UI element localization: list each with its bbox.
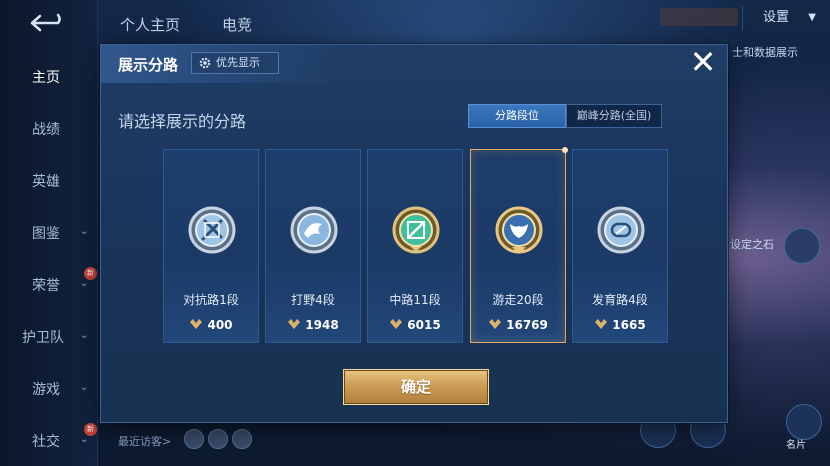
card-button[interactable] xyxy=(786,404,822,440)
new-badge: 新 xyxy=(84,423,97,436)
avatar[interactable] xyxy=(184,429,204,449)
dialog-title: 展示分路 xyxy=(118,56,179,74)
prefer-display-button[interactable]: 优先显示 xyxy=(191,52,279,74)
lane-score: 400 xyxy=(164,318,258,340)
lane-card-farm[interactable]: 发育路4段 1665 xyxy=(572,149,668,343)
lane-card-jungle[interactable]: 打野4段 1948 xyxy=(265,149,361,343)
points-icon xyxy=(288,319,301,329)
dragon-emblem-icon xyxy=(288,204,340,260)
lane-score: 1665 xyxy=(573,318,667,340)
lane-score-value: 400 xyxy=(207,318,233,332)
sidebar-item-codex[interactable]: 图鉴 ⌄ xyxy=(0,213,98,253)
settings-button[interactable]: 设置 ▼ xyxy=(742,6,830,30)
recent-visitors-link[interactable]: 最近访客> xyxy=(118,433,171,449)
card-button-label: 名片 xyxy=(786,440,806,451)
sidebar-item-home[interactable]: 主页 xyxy=(0,57,98,97)
sidebar-item-honor[interactable]: 荣誉 ⌄ 新 xyxy=(0,265,98,305)
chevron-down-icon: ⌄ xyxy=(80,382,89,393)
lane-card-mid[interactable]: 中路11段 6015 xyxy=(367,149,463,343)
sword-shield-emblem-icon xyxy=(186,204,238,260)
dialog-subtitle: 请选择展示的分路 xyxy=(118,112,247,131)
lane-score-value: 1948 xyxy=(305,318,339,332)
lane-name: 对抗路1段 xyxy=(183,293,239,307)
tab-personal-home[interactable]: 个人主页 xyxy=(120,14,180,35)
lane-score: 1948 xyxy=(266,318,360,340)
wings-emblem-icon xyxy=(493,204,545,260)
avatar[interactable] xyxy=(232,429,252,449)
tab-esports[interactable]: 电竞 xyxy=(222,14,252,35)
chevron-down-icon: ⌄ xyxy=(80,278,89,289)
tab-lane-rank[interactable]: 分路段位 xyxy=(468,104,566,128)
points-icon xyxy=(489,319,502,329)
prefer-display-label: 优先显示 xyxy=(216,56,260,69)
chevron-down-icon: ⌄ xyxy=(80,226,89,237)
sidebar-item-label: 图鉴 xyxy=(32,226,60,242)
top-notice-chip xyxy=(660,8,738,26)
sidebar-item-label: 战绩 xyxy=(32,122,60,138)
sidebar-item-label: 英雄 xyxy=(32,174,60,190)
lane-name: 打野4段 xyxy=(291,293,335,307)
sidebar-item-label: 社交 xyxy=(32,434,60,450)
selection-marker xyxy=(562,147,568,153)
chevron-down-icon: ⌄ xyxy=(80,434,89,445)
mid-lane-emblem-icon xyxy=(390,204,442,260)
settings-label: 设置 xyxy=(763,10,790,25)
points-icon xyxy=(390,319,403,329)
back-button[interactable] xyxy=(26,12,70,36)
tab-peak-lane[interactable]: 巅峰分路(全国) xyxy=(566,104,662,128)
sidebar: 主页 战绩 英雄 图鉴 ⌄ 荣誉 ⌄ 新 护卫队 ⌄ 游戏 ⌄ 社交 ⌄ 新 xyxy=(0,0,98,466)
lane-display-dialog: 展示分路 优先显示 ✕ 请选择展示的分路 分路段位 巅峰分路(全国) 对抗路1段… xyxy=(100,44,728,423)
lane-score: 16769 xyxy=(471,318,565,340)
lane-card-support[interactable]: 游走20段 16769 xyxy=(470,147,568,343)
chevron-down-icon: ▼ xyxy=(808,12,816,23)
back-arrow-icon xyxy=(30,13,61,32)
avatar[interactable] xyxy=(208,429,228,449)
confirm-button[interactable]: 确定 xyxy=(343,369,489,405)
lane-card-top[interactable]: 对抗路1段 400 xyxy=(163,149,259,343)
chevron-down-icon: ⌄ xyxy=(80,330,89,341)
points-icon xyxy=(190,319,203,329)
new-badge: 新 xyxy=(84,267,97,280)
sidebar-item-guard[interactable]: 护卫队 ⌄ xyxy=(0,317,98,357)
close-button[interactable]: ✕ xyxy=(687,46,719,79)
bow-emblem-icon xyxy=(595,204,647,260)
sidebar-item-label: 护卫队 xyxy=(22,330,64,346)
sidebar-item-game[interactable]: 游戏 ⌄ xyxy=(0,369,98,409)
bg-info-text: 士和数据展示 xyxy=(732,46,798,59)
sidebar-item-label: 荣誉 xyxy=(32,278,60,294)
lane-score-value: 1665 xyxy=(612,318,646,332)
side-action-button[interactable] xyxy=(784,228,820,264)
lane-score-value: 16769 xyxy=(506,318,548,332)
sidebar-item-record[interactable]: 战绩 xyxy=(0,109,98,149)
sidebar-item-social[interactable]: 社交 ⌄ 新 xyxy=(0,421,98,461)
sidebar-item-heroes[interactable]: 英雄 xyxy=(0,161,98,201)
close-icon: ✕ xyxy=(689,43,717,81)
lane-name: 游走20段 xyxy=(492,293,544,307)
lane-name: 发育路4段 xyxy=(592,293,648,307)
lane-name: 中路11段 xyxy=(389,293,441,307)
points-icon xyxy=(595,319,608,329)
sidebar-item-label: 主页 xyxy=(32,70,60,86)
bg-info-text-2: 设定之石 xyxy=(730,238,774,251)
sidebar-item-label: 游戏 xyxy=(32,382,60,398)
gear-icon xyxy=(199,57,211,69)
lane-score-value: 6015 xyxy=(407,318,441,332)
lane-score: 6015 xyxy=(368,318,462,340)
